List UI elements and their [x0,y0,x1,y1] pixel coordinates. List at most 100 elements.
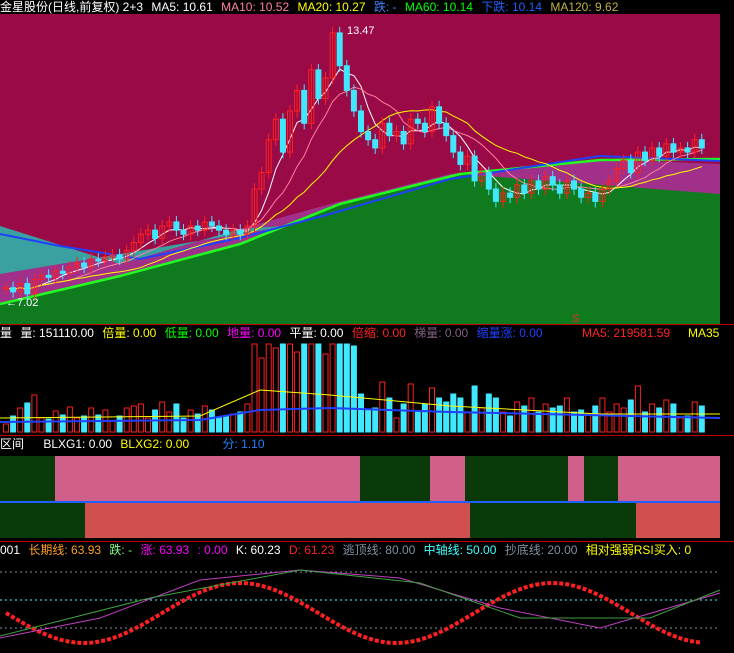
candle [216,225,222,231]
candle [684,147,691,153]
die-value: 跌: - [373,0,397,14]
k-value: K: 60.23 [235,543,281,557]
candle [414,118,421,124]
volume-bar [620,407,627,433]
volume-header: 量 量: 151110.00 倍量: 0.00 低量: 0.00 地量: 0.0… [0,326,734,340]
volume-bar [457,397,464,433]
candle [24,283,31,295]
volume-bar [393,417,400,433]
beisuo-value: 倍缩: 0.00 [351,326,406,340]
candle [421,122,428,133]
candle [372,139,379,149]
candle [642,151,648,161]
candle [81,262,88,268]
volume-bar [613,403,620,433]
candle [95,258,102,262]
volume-bar [443,401,450,433]
candle [656,147,663,157]
volume-bar [116,415,123,433]
volume-bar [656,407,663,433]
main-header: 金星股份(日线,前复权) 2+3 MA5: 10.61 MA10: 10.52 … [0,0,734,14]
candle [492,188,499,202]
blx-zone [618,456,720,502]
volume-bar [294,351,301,433]
high-price-label: 13.47 [347,25,375,37]
volume-bar [137,403,144,433]
volume-bar [429,387,435,433]
volume-bar [88,407,95,433]
candle [627,159,634,174]
volume-bar [159,401,166,433]
volume-bar [365,409,372,433]
candle [208,221,215,227]
volume-bar [194,413,201,433]
volume-bar [585,413,592,433]
ma60-value: MA60: 10.14 [404,0,473,14]
candle [116,254,123,260]
sell-mark: S [572,313,579,324]
volume-bar [372,407,379,433]
ma20-value: MA20: 10.27 [297,0,366,14]
volume-bar [642,411,648,433]
pingliang-value: 平量: 0.00 [289,326,344,340]
candle [556,184,563,194]
volume-bar [556,405,563,433]
volume-bar [95,414,102,433]
blx-label: 区间 [0,437,25,451]
volume-bar [500,411,506,433]
divider [0,541,734,542]
volume-bar [272,347,279,433]
volume-bar [74,417,80,433]
candle [10,287,17,293]
volume-chart[interactable] [0,340,734,434]
candle [485,172,492,190]
candle [315,69,322,100]
volume-bar [386,397,393,433]
candle [237,229,244,235]
volume-bar [414,411,421,433]
volume-bar [287,343,293,433]
chaodi-value: 抄底线: 20.00 [504,543,578,557]
volume-bar [279,343,286,433]
volume-bar [315,343,322,433]
ma120-value: MA120: 9.62 [550,0,619,14]
fen-value: 分: 1.10 [222,437,265,451]
volume-bar [421,403,428,433]
blx-zone [55,456,360,502]
volume-bar [81,415,88,433]
divider [0,324,734,325]
tiliang-value: 梯量: 0.00 [414,326,469,340]
volume-bar [66,406,73,433]
candle [194,225,201,231]
volume-bar [38,417,45,433]
volume-bar [230,413,237,433]
volume-bar [3,423,9,433]
volume-bar [322,353,329,433]
blx-zone [636,503,720,538]
candle [698,139,705,149]
ma10-value: MA10: 10.52 [221,0,290,14]
volume-bar [507,415,514,433]
candle [3,287,9,290]
xiadie-value: 下跌: 10.14 [481,0,542,14]
rsi-chart[interactable] [0,558,734,653]
volume-bar [649,403,656,433]
ma5-value: MA5: 10.61 [151,0,213,14]
volume-bar [237,411,244,433]
volume-label: 量 [0,326,13,340]
candle [336,32,343,67]
volume-bar [464,411,471,433]
volume-bar [17,407,24,433]
diliang-value: 低量: 0.00 [164,326,219,340]
blx-chart[interactable] [0,453,734,540]
volume-bar [407,383,414,433]
candle [152,229,159,239]
volume-bar [343,343,350,433]
price-chart[interactable]: 13.47 ←7.02 S [0,14,734,324]
candle [343,65,350,91]
volume-bar [173,403,180,433]
blxg2-value: BLXG2: 0.00 [120,437,190,451]
divider [0,435,734,436]
volume-bar [336,343,343,433]
candle [549,176,556,186]
